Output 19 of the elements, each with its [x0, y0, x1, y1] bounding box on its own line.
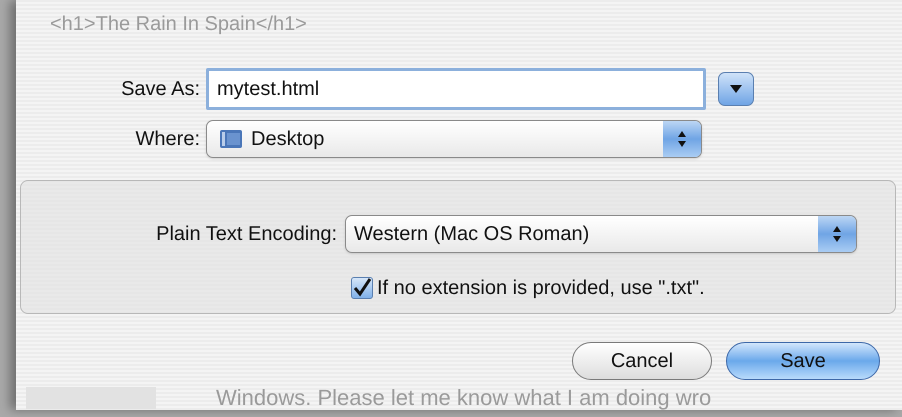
stepper-arrows-icon — [818, 216, 856, 252]
checkbox[interactable] — [351, 277, 373, 299]
filename-field[interactable]: mytest.html — [206, 68, 706, 110]
stepper-arrows-icon — [663, 121, 701, 157]
popup-value: Western (Mac OS Roman) — [354, 222, 590, 247]
popup-menu[interactable]: Desktop — [206, 120, 702, 158]
encoding-label: Plain Text Encoding: — [155, 222, 338, 247]
checkmark-icon — [352, 278, 372, 298]
triangle-down-icon — [730, 85, 742, 93]
save-button[interactable]: Save — [726, 342, 880, 380]
popup-menu[interactable]: Western (Mac OS Roman) — [345, 215, 857, 253]
disclosure-button[interactable] — [718, 72, 754, 106]
cancel-button[interactable]: Cancel — [572, 342, 712, 380]
background-document-text: <h1>The Rain In Spain</h1> — [50, 12, 308, 36]
checkbox-label: If no extension is provided, use ".txt". — [377, 276, 705, 301]
popup-value: Desktop — [251, 127, 326, 152]
where-label: Where: — [134, 127, 201, 152]
background-document-text: Windows. Please let me know what I am doing wro — [216, 386, 712, 410]
save-as-label: Save As: — [120, 77, 201, 102]
